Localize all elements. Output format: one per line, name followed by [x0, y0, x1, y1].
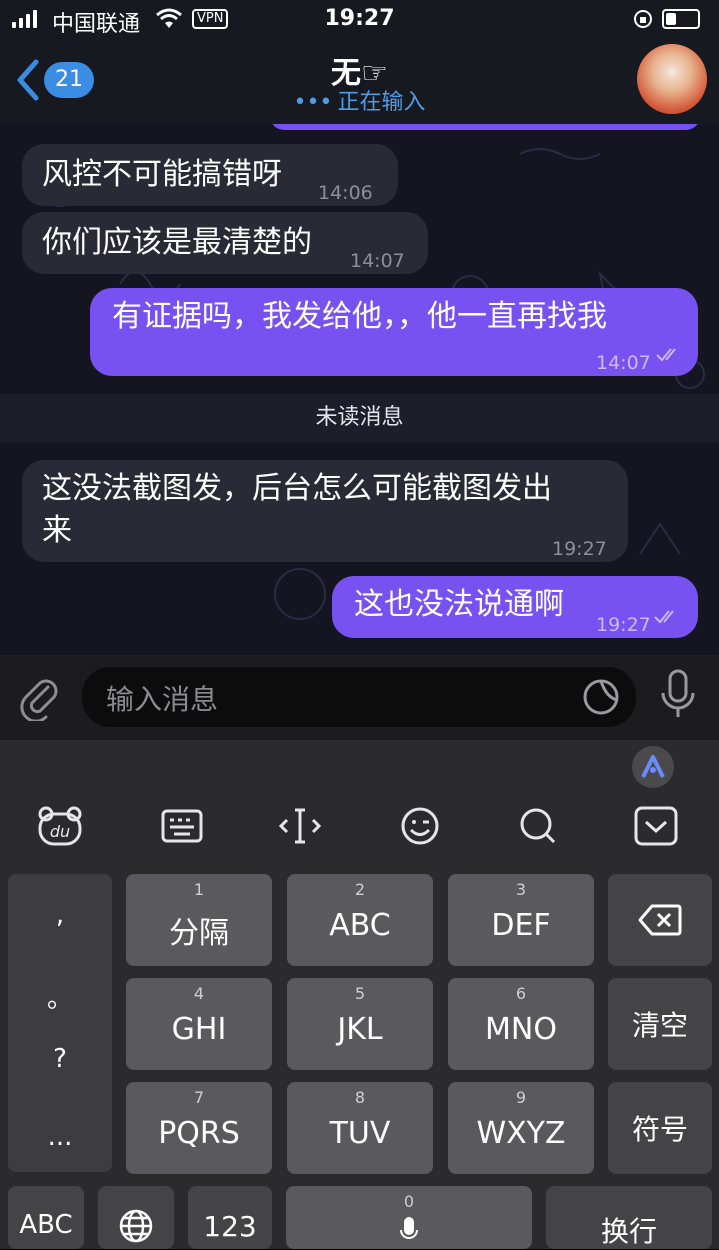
- svg-text:du: du: [50, 822, 70, 841]
- message-bubble-incoming[interactable]: 你们应该是最清楚的 14:07: [22, 212, 428, 274]
- clock: 19:27: [324, 6, 395, 31]
- search-icon[interactable]: [508, 796, 568, 856]
- message-input-placeholder: 输入消息: [106, 683, 219, 716]
- du-logo-icon[interactable]: du: [30, 796, 90, 856]
- microphone-icon[interactable]: [660, 669, 696, 721]
- key-8[interactable]: 8 TUV: [287, 1082, 433, 1174]
- message-text: 这也没法说通啊: [354, 587, 564, 622]
- message-bubble-incoming[interactable]: 风控不可能搞错呀 14:06: [22, 144, 398, 206]
- key-5[interactable]: 5 JKL: [287, 978, 433, 1070]
- symbols-key[interactable]: 符号: [608, 1082, 712, 1174]
- typing-dots-icon: •••: [293, 90, 333, 115]
- message-time: 14:07: [350, 250, 405, 272]
- ai-assistant-icon: [641, 755, 665, 778]
- status-bar: 中国联通 VPN 19:27: [0, 0, 719, 37]
- keyboard-switch-icon[interactable]: [152, 796, 212, 856]
- punct-comma[interactable]: ,: [8, 900, 112, 930]
- message-bubble-incoming[interactable]: 这没法截图发，后台怎么可能截图发出 来 19:27: [22, 460, 628, 562]
- backspace-icon: [638, 904, 682, 936]
- collapse-keyboard-icon[interactable]: [626, 796, 686, 856]
- read-checkmarks-icon: [654, 610, 674, 624]
- message-text-line2: 来: [42, 513, 72, 548]
- punctuation-column[interactable]: , 。 ? ...: [8, 874, 112, 1172]
- back-unread-count[interactable]: 21: [44, 62, 94, 98]
- enter-key[interactable]: 换行: [546, 1186, 712, 1249]
- typing-indicator: ••• 正在输入: [200, 84, 519, 116]
- emoji-icon[interactable]: [390, 796, 450, 856]
- read-checkmarks-icon: [656, 348, 676, 362]
- battery-icon: [662, 9, 700, 29]
- punct-period[interactable]: 。: [8, 978, 112, 1015]
- keyboard-ai-button[interactable]: [632, 746, 674, 788]
- message-text: 风控不可能搞错呀: [42, 157, 282, 192]
- unread-divider: 未读消息: [0, 394, 719, 442]
- message-bubble-outgoing[interactable]: 有证据吗，我发给他，，他一直再找我 14:07: [90, 288, 698, 376]
- key-1[interactable]: 1 分隔: [126, 874, 272, 966]
- key-3[interactable]: 3 DEF: [448, 874, 594, 966]
- clear-key[interactable]: 清空: [608, 978, 712, 1070]
- num123-key[interactable]: 123: [188, 1186, 272, 1249]
- orientation-lock-icon: [634, 10, 652, 28]
- key-2[interactable]: 2 ABC: [287, 874, 433, 966]
- chat-header: 21 无☞ ••• 正在输入: [0, 36, 719, 124]
- punct-question[interactable]: ?: [8, 1044, 112, 1074]
- avatar[interactable]: [637, 44, 707, 114]
- message-list[interactable]: 风控不可能搞错呀 14:06 你们应该是最清楚的 14:07 有证据吗，我发给他…: [0, 124, 719, 655]
- backspace-key[interactable]: [608, 874, 712, 966]
- message-text: 有证据吗，我发给他，，他一直再找我: [112, 299, 607, 334]
- message-input[interactable]: 输入消息: [82, 667, 636, 727]
- sticker-icon[interactable]: [582, 678, 620, 716]
- key-7[interactable]: 7 PQRS: [126, 1082, 272, 1174]
- microphone-icon: [400, 1217, 418, 1239]
- message-time: 19:27: [596, 614, 651, 636]
- outgoing-bubble-tail: [270, 124, 700, 130]
- unread-label: 未读消息: [315, 405, 404, 430]
- message-time: 14:06: [318, 182, 373, 204]
- message-time: 14:07: [596, 352, 651, 374]
- key-4[interactable]: 4 GHI: [126, 978, 272, 1070]
- message-text-line1: 这没法截图发，后台怎么可能截图发出: [42, 471, 552, 506]
- globe-icon: [119, 1209, 153, 1243]
- message-bubble-outgoing[interactable]: 这也没法说通啊 19:27: [332, 576, 698, 638]
- message-time: 19:27: [552, 538, 607, 560]
- back-chevron-icon[interactable]: [14, 58, 40, 102]
- space-key[interactable]: 0: [286, 1186, 532, 1249]
- cursor-move-icon[interactable]: [270, 796, 330, 856]
- message-text: 你们应该是最清楚的: [42, 225, 312, 260]
- punct-ellipsis[interactable]: ...: [8, 1122, 112, 1152]
- key-9[interactable]: 9 WXYZ: [448, 1082, 594, 1174]
- globe-key[interactable]: [98, 1186, 174, 1249]
- composer-bar: 输入消息: [0, 655, 719, 740]
- abc-key[interactable]: ABC: [8, 1186, 84, 1249]
- paperclip-icon[interactable]: [18, 673, 62, 721]
- typing-label: 正在输入: [337, 90, 426, 115]
- key-6[interactable]: 6 MNO: [448, 978, 594, 1070]
